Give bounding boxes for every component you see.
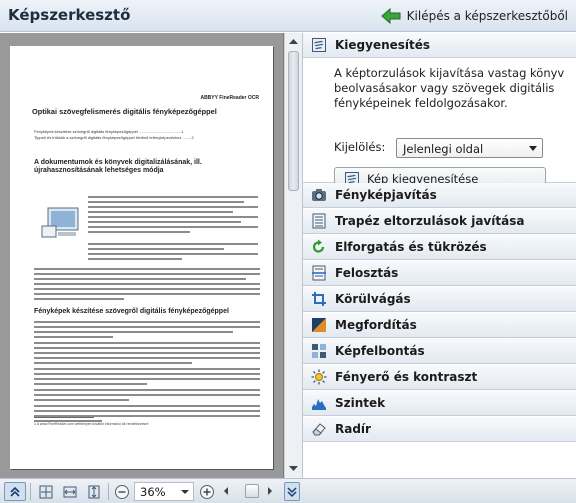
- double-chevron-down-icon: [287, 486, 297, 497]
- section-label: Kiegyenesítés: [335, 38, 431, 52]
- section-deskew[interactable]: Kiegyenesítés: [303, 33, 576, 58]
- scroll-left-icon[interactable]: [222, 486, 230, 496]
- resolution-icon: [312, 344, 326, 358]
- doc-heading: Fényképek készítése szövegről digitális …: [34, 308, 229, 315]
- zoom-in-icon: [200, 484, 214, 499]
- doc-title: Optikai szövegfelismerés digitális fényk…: [32, 107, 217, 116]
- section-label: Fényképjavítás: [335, 188, 437, 202]
- deskew-description: A képtorzulások kijavítása vastag könyv …: [334, 66, 565, 110]
- section-invert[interactable]: Megfordítás: [303, 313, 576, 338]
- scroll-up-icon[interactable]: [288, 37, 299, 45]
- levels-icon: [312, 399, 326, 410]
- doc-footnote-rule: [34, 417, 94, 421]
- page-down-button[interactable]: [284, 482, 300, 501]
- collapse-up-button[interactable]: [4, 482, 26, 501]
- chevron-down-icon: [181, 490, 189, 494]
- double-chevron-up-icon: [10, 486, 20, 497]
- exit-label: Kilépés a képszerkesztőből: [406, 9, 568, 23]
- selection-label: Kijelölés:: [334, 140, 386, 154]
- camera-icon: [312, 189, 326, 201]
- chevron-down-icon: [529, 146, 537, 151]
- bottom-toolbar: 36%: [0, 478, 576, 503]
- section-label: Felosztás: [335, 266, 399, 280]
- doc-footnote: 1 A www.FineReader.com webhelyen további…: [34, 422, 149, 426]
- section-split[interactable]: Felosztás: [303, 261, 576, 286]
- fit-height-button[interactable]: [84, 482, 104, 501]
- section-label: Fényerő és kontraszt: [335, 370, 478, 384]
- doc-toc: Fényképek készítése szövegről digitális …: [34, 129, 264, 141]
- toolbar-separator: [108, 483, 109, 500]
- section-label: Elforgatás és tükrözés: [335, 240, 487, 254]
- section-crop[interactable]: Körülvágás: [303, 287, 576, 312]
- section-eraser[interactable]: Radír: [303, 417, 576, 442]
- section-levels[interactable]: Szintek: [303, 391, 576, 416]
- section-label: Képfelbontás: [335, 344, 425, 358]
- brightness-icon: [311, 369, 327, 385]
- eraser-icon: [312, 423, 326, 436]
- tool-panel: Kiegyenesítés A képtorzulások kijavítása…: [302, 33, 576, 478]
- horizontal-scroll-thumb[interactable]: [245, 484, 259, 498]
- section-label: Megfordítás: [335, 318, 417, 332]
- section-label: Szintek: [335, 396, 386, 410]
- back-arrow-icon: [380, 8, 401, 24]
- section-label: Trapéz eltorzulások javítása: [335, 214, 525, 228]
- rotate-icon: [312, 239, 325, 253]
- invert-icon: [312, 318, 326, 332]
- toolbar-separator: [30, 483, 31, 500]
- zoom-value: 36%: [140, 485, 166, 499]
- selection-value: Jelenlegi oldal: [403, 142, 484, 156]
- deskew-icon: [312, 38, 326, 52]
- title-bar: Képszerkesztő Kilépés a képszerkesztőből: [0, 0, 576, 32]
- preview-scrollbar[interactable]: [284, 33, 302, 478]
- fit-width-icon: [63, 486, 77, 497]
- scroll-thumb[interactable]: [288, 51, 299, 191]
- split-icon: [312, 265, 326, 281]
- scroll-down-icon[interactable]: [288, 465, 299, 473]
- fit-page-icon: [39, 485, 53, 498]
- exit-image-editor-button[interactable]: Kilépés a képszerkesztőből: [380, 6, 568, 26]
- section-label: Körülvágás: [335, 292, 411, 306]
- zoom-out-icon: [115, 484, 129, 499]
- fit-height-icon: [88, 485, 100, 498]
- zoom-combo[interactable]: 36%: [134, 482, 194, 501]
- selection-dropdown[interactable]: Jelenlegi oldal: [396, 138, 543, 158]
- doc-header: ABBYY FineReader OCR: [200, 95, 259, 101]
- page-preview[interactable]: ABBYY FineReader OCR Optikai szövegfelis…: [0, 33, 284, 478]
- zoom-out-button[interactable]: [113, 482, 131, 501]
- doc-computer-illustration: [41, 207, 79, 238]
- doc-text-block: [88, 243, 258, 263]
- deskew-options: A képtorzulások kijavítása vastag könyv …: [303, 58, 576, 191]
- section-trapezoid-correction[interactable]: Trapéz eltorzulások javítása: [303, 209, 576, 234]
- trapezoid-icon: [312, 213, 326, 229]
- section-label: Radír: [335, 422, 371, 436]
- section-rotate-flip[interactable]: Elforgatás és tükrözés: [303, 235, 576, 260]
- doc-text-block: [34, 268, 260, 303]
- doc-heading: A dokumentumok és könyvek digitalizálásá…: [34, 159, 202, 174]
- scroll-right-icon[interactable]: [266, 486, 274, 496]
- fit-width-button[interactable]: [60, 482, 80, 501]
- section-resolution[interactable]: Képfelbontás: [303, 339, 576, 364]
- zoom-in-button[interactable]: [198, 482, 216, 501]
- section-brightness-contrast[interactable]: Fényerő és kontraszt: [303, 365, 576, 390]
- doc-text-block: [88, 196, 258, 236]
- document-page: ABBYY FineReader OCR Optikai szövegfelis…: [10, 46, 273, 469]
- doc-text-block: [34, 321, 260, 425]
- section-photo-correction[interactable]: Fényképjavítás: [303, 183, 576, 208]
- crop-icon: [312, 292, 326, 306]
- app-title: Képszerkesztő: [8, 6, 131, 24]
- fit-page-button[interactable]: [36, 482, 56, 501]
- doc-toc-line: Tippek és trükkök a szövegről digitális …: [34, 135, 194, 140]
